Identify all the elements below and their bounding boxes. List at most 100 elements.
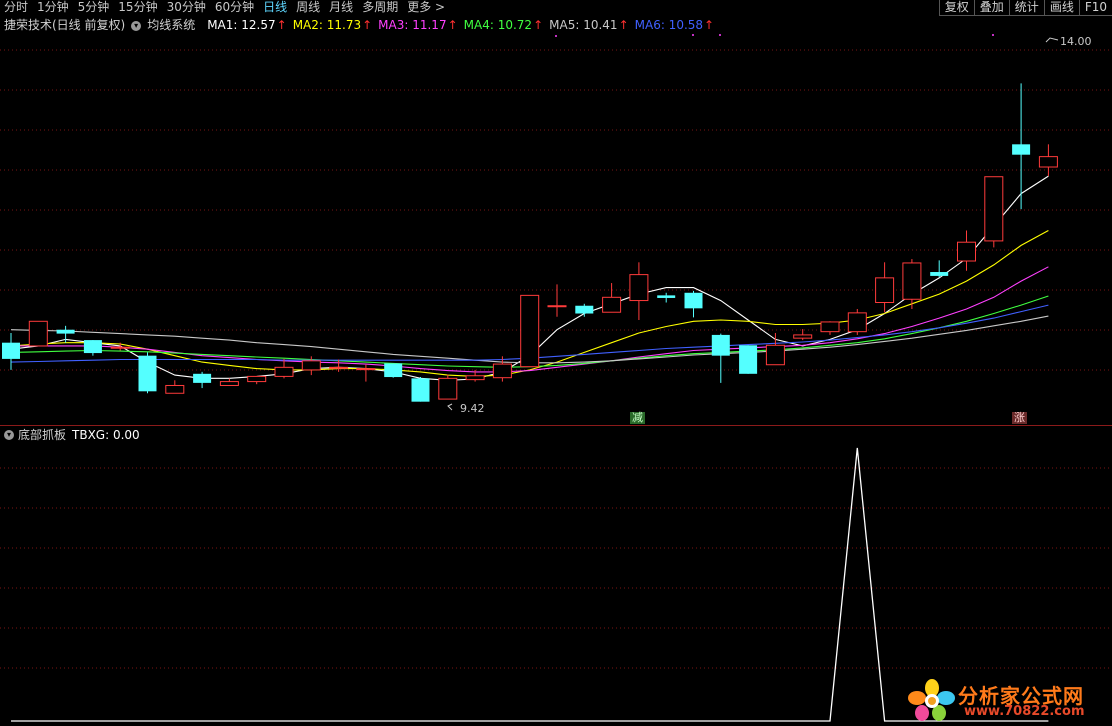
ma-label-5: MA5: 10.41↑	[549, 18, 629, 32]
candle	[957, 230, 976, 271]
candle	[684, 290, 703, 318]
ma-label-1: MA1: 12.57↑	[207, 18, 287, 32]
period-tab-2[interactable]: 5分钟	[78, 0, 110, 14]
candle-body	[684, 292, 703, 309]
candle-body	[247, 375, 267, 383]
period-tab-0[interactable]: 分时	[4, 0, 28, 14]
chevron-down-icon[interactable]: ▾	[4, 430, 14, 440]
candle-body	[165, 384, 185, 394]
candle-body	[847, 312, 867, 333]
period-tab-6[interactable]: 日线	[263, 0, 287, 14]
toolbar-button-0[interactable]: 复权	[938, 0, 974, 16]
candle	[875, 262, 895, 313]
period-tab-7[interactable]: 周线	[296, 0, 320, 14]
period-tab-8[interactable]: 月线	[329, 0, 353, 14]
toolbar-button-1[interactable]: 叠加	[973, 0, 1009, 16]
candle	[193, 371, 212, 389]
period-tab-5[interactable]: 60分钟	[215, 0, 254, 14]
candle-body	[547, 305, 567, 308]
candle-body	[957, 241, 976, 262]
candle-body	[384, 363, 403, 378]
candle	[793, 329, 813, 341]
candle	[1038, 144, 1058, 177]
up-arrow-icon: ↑	[362, 18, 373, 32]
period-tab-4[interactable]: 30分钟	[167, 0, 206, 14]
candle	[274, 358, 294, 379]
candle	[438, 374, 458, 400]
up-arrow-icon: ↑	[276, 18, 287, 32]
candle	[930, 260, 949, 278]
signal-rise-tag: 涨	[1012, 412, 1027, 424]
chevron-down-icon[interactable]: ▾	[131, 20, 142, 31]
candle-body	[329, 366, 349, 369]
low-pointer-icon	[447, 403, 453, 411]
candle-body	[411, 378, 430, 402]
toolbar-button-2[interactable]: 统计	[1008, 0, 1044, 16]
candle-body	[219, 381, 239, 386]
toolbar-button-4[interactable]: F10	[1078, 0, 1112, 16]
period-tab-1[interactable]: 1分钟	[37, 0, 69, 14]
candle-body	[301, 360, 321, 371]
toolbar-button-3[interactable]: 画线	[1043, 0, 1079, 16]
panel-divider[interactable]	[0, 425, 1112, 426]
candle	[219, 378, 239, 386]
tbxg-line	[11, 447, 1049, 722]
flower-logo-icon	[908, 679, 955, 721]
candle-body	[711, 334, 730, 356]
candle-body	[138, 355, 157, 392]
candle	[711, 333, 730, 383]
sub-indicator-name: 底部抓板	[18, 428, 67, 442]
candle	[629, 262, 649, 320]
candle	[356, 364, 376, 382]
top-bar: 分时 1分钟 5分钟 15分钟 30分钟 60分钟 日线 周线 月线 多周期 更多 > 复权 叠加 统计…	[0, 0, 1112, 16]
candle-body	[465, 375, 485, 381]
marker-dot	[555, 35, 557, 37]
candle-body	[820, 321, 840, 333]
marker-dot	[719, 34, 721, 36]
watermark-url: www.70822.com	[964, 704, 1085, 719]
ma-label-6: MA6: 10.58↑	[634, 18, 715, 32]
high-price-label: 14.00	[1060, 35, 1092, 48]
candle-body	[765, 344, 785, 366]
candle	[411, 377, 430, 402]
candle	[384, 363, 403, 378]
candle-body	[875, 277, 895, 303]
low-price-value: 9.42	[460, 402, 485, 415]
period-tab-9[interactable]: 多周期	[362, 0, 398, 14]
candle	[765, 332, 785, 366]
candle-body	[657, 295, 676, 298]
candle	[847, 308, 867, 335]
candle-body	[930, 272, 949, 276]
candle-body	[1012, 144, 1031, 155]
candle	[547, 284, 567, 317]
marker-dot	[692, 34, 694, 36]
candle-body	[602, 296, 622, 313]
ma-label-3: MA3: 11.17↑	[378, 18, 458, 32]
candle-body	[575, 305, 594, 314]
sub-info-bar: ▾ 底部抓板 TBXG: 0.00	[4, 428, 140, 442]
candle-body	[984, 176, 1004, 242]
candle	[247, 375, 267, 385]
candle-body	[902, 262, 922, 300]
period-tab-3[interactable]: 15分钟	[118, 0, 157, 14]
candle-body	[193, 373, 212, 383]
candle-body	[1038, 156, 1058, 168]
marker-dot	[992, 34, 994, 36]
up-arrow-icon: ↑	[533, 18, 544, 32]
ma-label-2: MA2: 11.73↑	[292, 18, 373, 32]
up-arrow-icon: ↑	[618, 18, 629, 32]
candlestick-chart[interactable]	[0, 32, 1112, 424]
period-tab-10[interactable]: 更多 >	[407, 0, 445, 14]
signal-reduce-text: 减	[632, 411, 643, 424]
high-pointer-icon	[1045, 37, 1059, 43]
candle	[739, 345, 758, 374]
period-tabs: 分时 1分钟 5分钟 15分钟 30分钟 60分钟 日线 周线 月线 多周期 更多 >	[4, 0, 445, 14]
candle-body	[629, 274, 649, 302]
candle	[984, 176, 1004, 248]
candle-body	[739, 345, 758, 374]
ma-label-4: MA4: 10.72↑	[463, 18, 544, 32]
high-price-value: 14.00	[1060, 35, 1092, 48]
signal-rise-text: 涨	[1014, 411, 1025, 424]
candle-body	[28, 320, 48, 347]
candle	[575, 303, 594, 317]
